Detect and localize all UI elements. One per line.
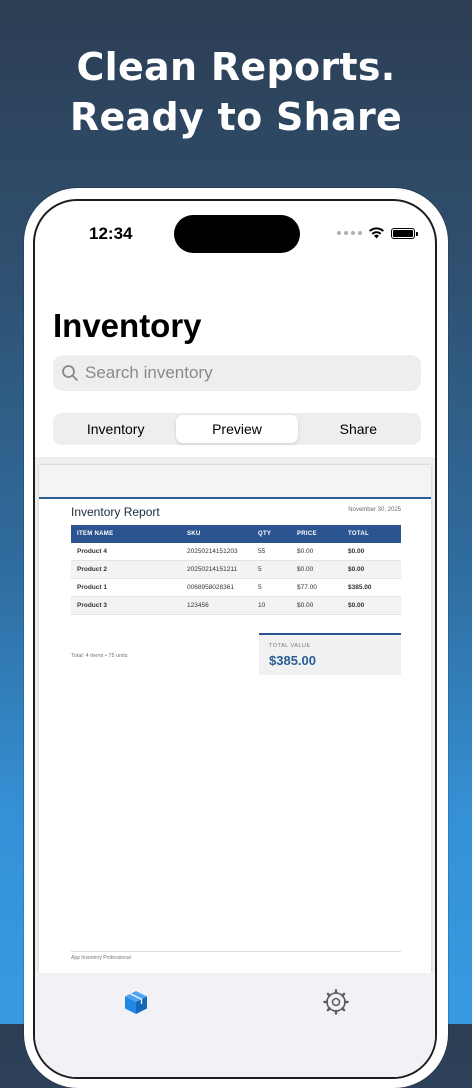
box-icon[interactable] xyxy=(123,989,149,1015)
table-row: Product 3 123456 10 $0.00 $0.00 xyxy=(71,597,401,615)
status-icons xyxy=(337,227,418,239)
cell-sku: 20250214151211 xyxy=(187,566,238,573)
cell-item-name: Product 4 xyxy=(77,548,107,555)
search-input[interactable] xyxy=(85,363,385,383)
table-row: Product 4 20250214151203 55 $0.00 $0.00 xyxy=(71,543,401,561)
cell-sku: 0068958028361 xyxy=(187,584,234,591)
report-title: Inventory Report xyxy=(71,505,160,519)
total-value-box: TOTAL VALUE $385.00 xyxy=(259,633,401,675)
cell-price: $0.00 xyxy=(297,548,314,555)
segmented-control: Inventory Preview Share xyxy=(53,413,421,445)
signal-dots-icon xyxy=(337,231,362,235)
column-header-item-name: ITEM NAME xyxy=(77,531,114,537)
cell-total: $0.00 xyxy=(348,548,365,555)
cell-qty: 10 xyxy=(258,602,266,609)
cell-item-name: Product 1 xyxy=(77,584,107,591)
table-row: Product 1 0068958028361 5 $77.00 $385.00 xyxy=(71,579,401,597)
cell-price: $0.00 xyxy=(297,602,314,609)
table-header: ITEM NAME SKU QTY PRICE TOTAL xyxy=(71,525,401,543)
battery-icon xyxy=(391,227,418,239)
cell-qty: 5 xyxy=(258,584,262,591)
table-row: Product 2 20250214151211 5 $0.00 $0.00 xyxy=(71,561,401,579)
status-time: 12:34 xyxy=(89,224,133,243)
total-value-amount: $385.00 xyxy=(269,653,316,668)
total-value-label: TOTAL VALUE xyxy=(269,643,311,649)
cell-price: $0.00 xyxy=(297,566,314,573)
column-header-qty: QTY xyxy=(258,531,272,537)
document-divider xyxy=(39,497,431,499)
document-header-band xyxy=(39,465,431,497)
cell-qty: 55 xyxy=(258,548,266,555)
cell-qty: 5 xyxy=(258,566,262,573)
column-header-price: PRICE xyxy=(297,531,317,537)
column-header-sku: SKU xyxy=(187,531,201,537)
column-header-total: TOTAL xyxy=(348,531,369,537)
cell-price: $77.00 xyxy=(297,584,317,591)
dynamic-island xyxy=(174,215,300,253)
report-document: Inventory Report November 30, 2025 ITEM … xyxy=(39,465,431,973)
segment-share[interactable]: Share xyxy=(298,415,419,443)
report-table: ITEM NAME SKU QTY PRICE TOTAL Product 4 … xyxy=(71,525,401,615)
cell-sku: 123456 xyxy=(187,602,209,609)
report-date: November 30, 2025 xyxy=(348,507,401,513)
cell-item-name: Product 2 xyxy=(77,566,107,573)
cell-total: $385.00 xyxy=(348,584,372,591)
cell-total: $0.00 xyxy=(348,602,365,609)
report-footer: App Inventory Professional xyxy=(71,955,131,961)
headline-line-2: Ready to Share xyxy=(69,95,403,139)
tab-bar xyxy=(35,973,435,1077)
segment-preview[interactable]: Preview xyxy=(176,415,298,443)
page-title: Inventory xyxy=(53,307,202,344)
headline-line-1: Clean Reports. xyxy=(76,45,396,89)
search-bar[interactable] xyxy=(53,355,421,391)
cell-sku: 20250214151203 xyxy=(187,548,238,555)
search-icon xyxy=(62,365,78,381)
segment-inventory[interactable]: Inventory xyxy=(55,415,176,443)
cell-item-name: Product 3 xyxy=(77,602,107,609)
cell-total: $0.00 xyxy=(348,566,365,573)
report-summary: Total: 4 items • 75 units xyxy=(71,653,128,659)
phone-screen: 12:34 Inventory Inventory Preview Share … xyxy=(33,199,437,1079)
headline: Clean Reports. Ready to Share xyxy=(0,42,472,142)
footer-divider xyxy=(71,951,401,952)
gear-icon[interactable] xyxy=(323,989,349,1015)
wifi-icon xyxy=(369,227,384,239)
